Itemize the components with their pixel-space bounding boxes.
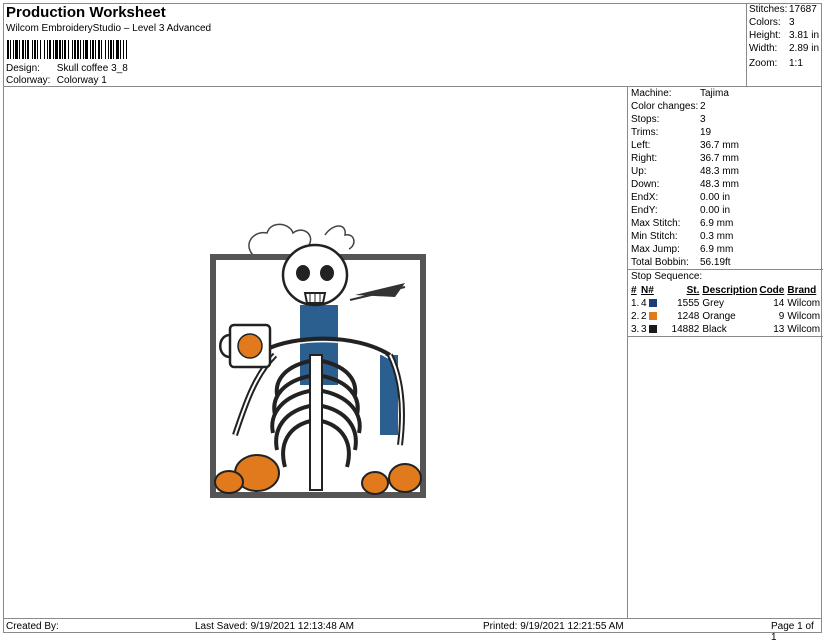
design-row: Design: Skull coffee 3_8	[6, 63, 128, 74]
stop-sequence-header-row: # N# St. Description Code Brand	[631, 284, 821, 297]
machine-info-row: Down: 48.3 mm	[631, 179, 739, 192]
machine-info-label: Trims:	[631, 127, 659, 138]
machine-info-row: Min Stitch: 0.3 mm	[631, 231, 733, 244]
embroidery-design-preview	[210, 223, 426, 498]
col-header-stitches: St.	[686, 285, 700, 296]
machine-info-value: Tajima	[700, 88, 729, 99]
machine-info-row: Trims: 19	[631, 127, 711, 140]
colorway-row: Colorway: Colorway 1	[6, 75, 107, 86]
machine-info-label: Down:	[631, 179, 660, 190]
machine-info-row: Left: 36.7 mm	[631, 140, 739, 153]
col-header-description: Description	[702, 285, 758, 296]
machine-info-row: Max Jump: 6.9 mm	[631, 244, 733, 257]
machine-info-value: 36.7 mm	[700, 140, 739, 151]
machine-info-value: 3	[700, 114, 706, 125]
machine-info-label: EndY:	[631, 205, 658, 216]
colorway-label: Colorway:	[6, 75, 51, 86]
stat-stitches: Stitches: 17687	[749, 4, 817, 15]
page-title: Production Worksheet	[6, 4, 166, 21]
color-swatch	[649, 325, 658, 334]
software-name: Wilcom EmbroideryStudio – Level 3 Advanc…	[6, 23, 212, 34]
col-header-code: Code	[759, 285, 785, 296]
created-by: Created By:	[6, 621, 59, 632]
machine-info-label: EndX:	[631, 192, 659, 203]
machine-info-value: 48.3 mm	[700, 179, 739, 190]
machine-info-row: EndX: 0.00 in	[631, 192, 730, 205]
page-number: Page 1 of 1	[771, 621, 814, 643]
design-value: Skull coffee 3_8	[56, 63, 128, 74]
machine-info-label: Stops:	[631, 114, 660, 125]
table-row: 1. 4 1555 Grey 14 Wilcom	[631, 298, 821, 309]
machine-info-row: Right: 36.7 mm	[631, 153, 739, 166]
machine-info-value: 0.3 mm	[700, 231, 734, 242]
table-row: 2. 2 1248 Orange 9 Wilcom	[631, 311, 821, 322]
machine-info-row: Max Stitch: 6.9 mm	[631, 218, 733, 231]
machine-info-label: Min Stitch:	[631, 231, 678, 242]
printed-date: Printed: 9/19/2021 12:21:55 AM	[483, 621, 624, 632]
machine-info-value: 6.9 mm	[700, 218, 734, 229]
stat-width: Width: 2.89 in	[749, 43, 820, 54]
barcode	[7, 40, 225, 59]
machine-info-row: Stops: 3	[631, 114, 706, 127]
machine-info-value: 56.19ft	[700, 257, 731, 268]
stop-sequence-table: # N# St. Description Code Brand 1. 4 155…	[631, 284, 821, 336]
color-swatch	[649, 299, 658, 308]
machine-info-label: Total Bobbin:	[631, 257, 689, 268]
stop-sequence-title: Stop Sequence:	[631, 271, 703, 282]
worksheet-header: Production Worksheet Wilcom EmbroiderySt…	[3, 3, 746, 87]
machine-info-row: EndY: 0.00 in	[631, 205, 730, 218]
worksheet-footer: Created By: Last Saved: 9/19/2021 12:13:…	[3, 618, 822, 643]
stat-colors: Colors: 3	[749, 17, 795, 28]
machine-info-value: 0.00 in	[700, 205, 731, 216]
machine-info-label: Machine:	[631, 88, 672, 99]
machine-info-row: Up: 48.3 mm	[631, 166, 739, 179]
machine-info-value: 0.00 in	[700, 192, 731, 203]
machine-info-label: Color changes:	[631, 101, 699, 112]
colorway-value: Colorway 1	[56, 75, 107, 86]
machine-info-value: 48.3 mm	[700, 166, 739, 177]
design-stats: Stitches: 17687 Colors: 3 Height: 3.81 in W…	[746, 3, 822, 87]
stat-height: Height: 3.81 in	[749, 30, 820, 41]
design-label: Design:	[6, 63, 40, 74]
machine-info-value: 36.7 mm	[700, 153, 739, 164]
machine-info-label: Max Stitch:	[631, 218, 681, 229]
machine-info-label: Left:	[631, 140, 651, 151]
color-swatch	[649, 312, 658, 321]
machine-info-value: 19	[700, 127, 712, 138]
machine-info-label: Max Jump:	[631, 244, 680, 255]
col-header-brand: Brand	[787, 285, 817, 296]
col-header-needle: N#	[641, 285, 654, 296]
stat-zoom: Zoom: 1:1	[749, 58, 803, 69]
machine-info-row: Color changes: 2	[631, 101, 706, 114]
machine-info-row: Machine: Tajima	[631, 88, 729, 101]
machine-info-label: Up:	[631, 166, 647, 177]
machine-info-panel: Total Bobbin: 56.19ft Max Jump: 6.9 mm Min S…	[627, 87, 823, 618]
machine-info-label: Right:	[631, 153, 658, 164]
machine-info-value: 2	[700, 101, 706, 112]
panel-divider	[628, 269, 823, 270]
last-saved: Last Saved: 9/19/2021 12:13:48 AM	[195, 621, 355, 632]
machine-info-value: 6.9 mm	[700, 244, 734, 255]
table-row: 3. 3 14882 Black 13 Wilcom	[631, 324, 821, 335]
panel-divider	[628, 336, 823, 337]
col-header-number: #	[631, 285, 637, 296]
